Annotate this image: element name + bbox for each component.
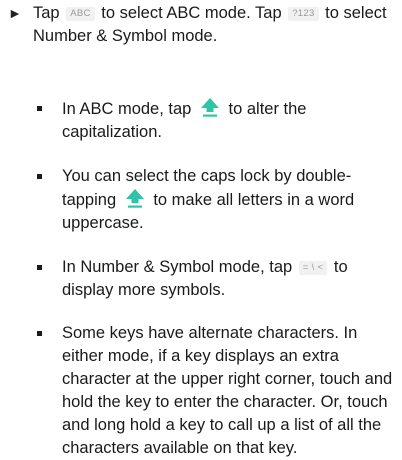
square-bullet-icon [37,106,42,111]
arrow-bullet-icon: ► [8,5,22,21]
square-bullet-icon [37,331,42,336]
text-alternate-characters: Some keys have alternate characters. In … [62,324,393,457]
shift-icon [125,189,144,208]
instruction-document: ► Tap ABC to select ABC mode. Tap ?123 t… [0,0,402,457]
text-tap: Tap [33,4,60,22]
main-instruction: ► Tap ABC to select ABC mode. Tap ?123 t… [0,2,402,48]
bullet-item-capitalization: In ABC mode, tap to alter the capitaliza… [0,97,402,144]
text-number-symbol-tap: In Number & Symbol mode, tap [62,258,293,276]
text-abc-mode-tap: In ABC mode, tap [62,100,192,118]
shift-icon [200,98,219,117]
bullet-item-caps-lock: You can select the caps lock by double-t… [0,165,402,235]
text-select-abc: to select ABC mode. Tap [101,4,282,22]
bullet-item-alternate-characters: Some keys have alternate characters. In … [0,322,402,460]
abc-key-icon: ABC [66,7,95,21]
more-symbols-key-icon: = \ < [298,261,328,275]
main-instruction-text: Tap ABC to select ABC mode. Tap ?123 to … [33,2,393,48]
square-bullet-icon [37,265,42,270]
bullet-item-more-symbols: In Number & Symbol mode, tap = \ < to di… [0,256,402,302]
number-symbol-key-icon: ?123 [288,7,319,21]
square-bullet-icon [37,174,42,179]
